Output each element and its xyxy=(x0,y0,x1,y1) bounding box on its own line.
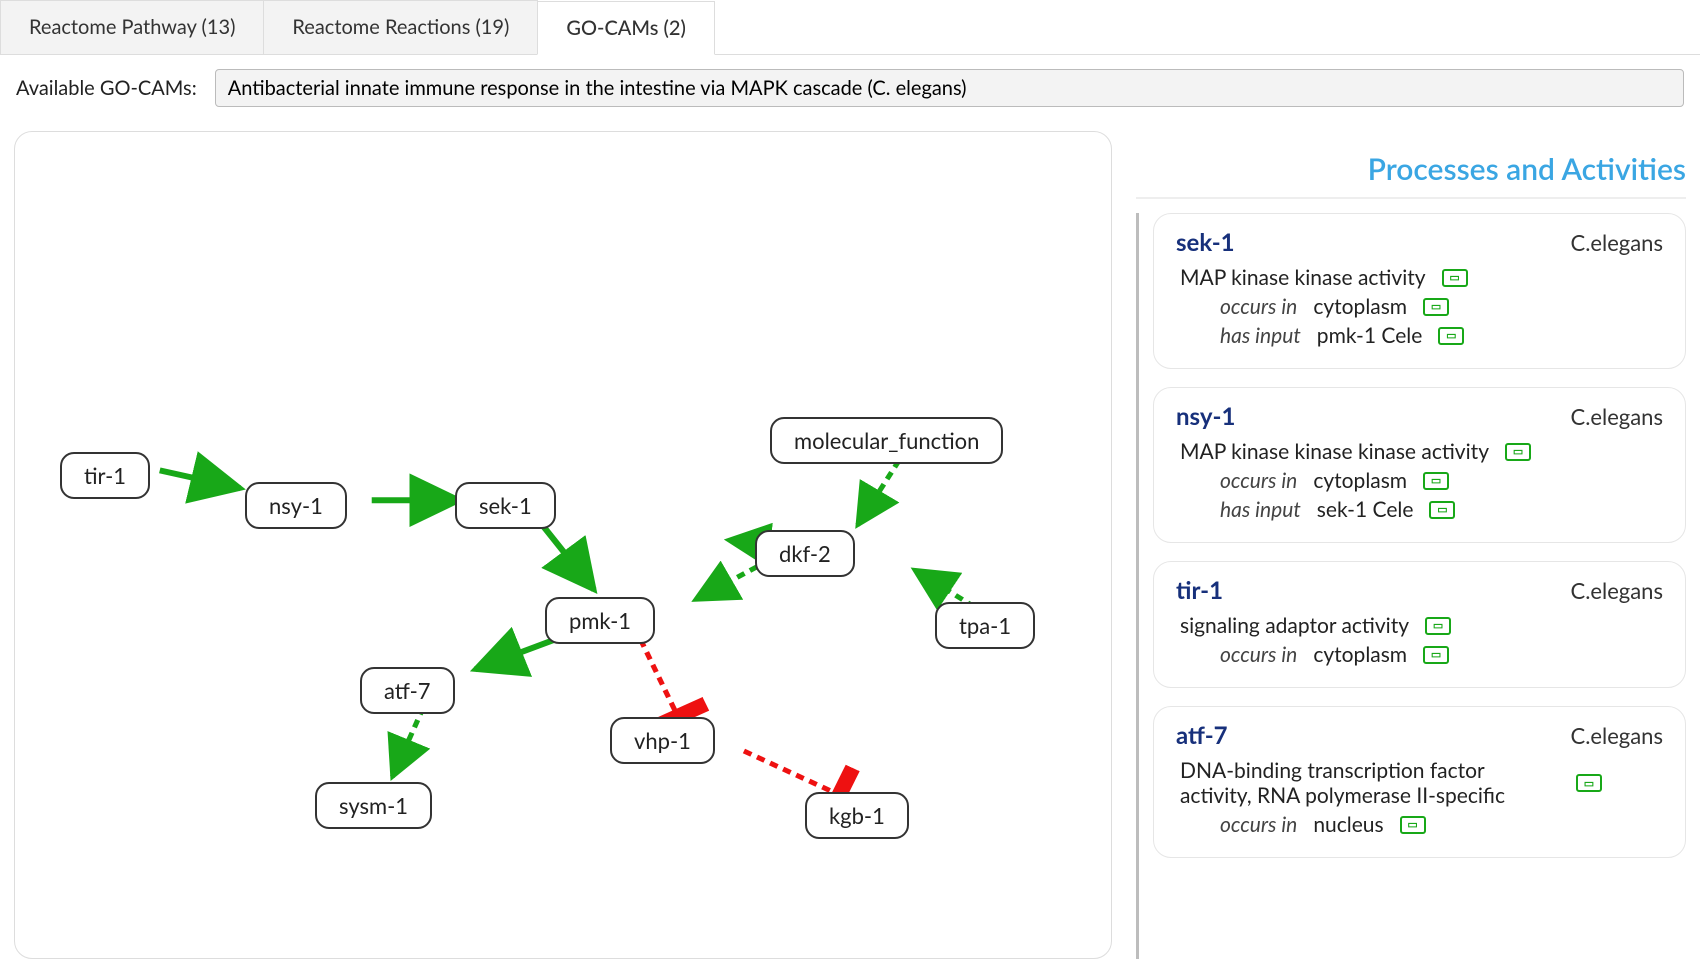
activity-label: MAP kinase kinase activity xyxy=(1180,265,1426,290)
processes-activities-title: Processes and Activities xyxy=(1136,131,1686,197)
evidence-icon[interactable] xyxy=(1423,298,1449,316)
relation-label: occurs in xyxy=(1180,468,1297,493)
node-tpa-1[interactable]: tpa-1 xyxy=(935,602,1035,649)
relation-value: cytoplasm xyxy=(1313,294,1407,319)
relation-label: occurs in xyxy=(1180,812,1297,837)
evidence-icon[interactable] xyxy=(1423,646,1449,664)
gocam-selector-label: Available GO-CAMs: xyxy=(16,76,197,100)
evidence-icon[interactable] xyxy=(1429,501,1455,519)
species-label: C.elegans xyxy=(1571,229,1664,256)
species-label: C.elegans xyxy=(1571,403,1664,430)
activity-card-tir-1[interactable]: tir-1 C.elegans signaling adaptor activi… xyxy=(1153,561,1686,688)
node-sysm-1[interactable]: sysm-1 xyxy=(315,782,432,829)
node-atf-7[interactable]: atf-7 xyxy=(360,667,455,714)
activity-label: MAP kinase kinase kinase activity xyxy=(1180,439,1489,464)
node-vhp-1[interactable]: vhp-1 xyxy=(610,717,715,764)
tab-reactome-pathway[interactable]: Reactome Pathway (13) xyxy=(0,0,264,54)
gocam-selector-row: Available GO-CAMs: Antibacterial innate … xyxy=(0,55,1700,121)
activity-card-atf-7[interactable]: atf-7 C.elegans DNA-binding transcriptio… xyxy=(1153,706,1686,858)
content-area: tir-1 nsy-1 sek-1 pmk-1 atf-7 sysm-1 vhp… xyxy=(0,121,1700,969)
relation-value: cytoplasm xyxy=(1313,642,1407,667)
evidence-icon[interactable] xyxy=(1400,816,1426,834)
evidence-icon[interactable] xyxy=(1505,443,1531,461)
evidence-icon[interactable] xyxy=(1423,472,1449,490)
relation-label: occurs in xyxy=(1180,294,1297,319)
relation-value: pmk-1 Cele xyxy=(1317,323,1423,348)
graph-edges xyxy=(15,132,1111,958)
species-label: C.elegans xyxy=(1571,577,1664,604)
relation-value: sek-1 Cele xyxy=(1317,497,1414,522)
tab-reactome-reactions[interactable]: Reactome Reactions (19) xyxy=(263,0,538,54)
node-tir-1[interactable]: tir-1 xyxy=(60,452,150,499)
node-kgb-1[interactable]: kgb-1 xyxy=(805,792,909,839)
relation-value: nucleus xyxy=(1313,812,1383,837)
processes-activities-panel: Processes and Activities sek-1 C.elegans… xyxy=(1136,131,1686,959)
divider xyxy=(1136,197,1686,199)
relation-value: cytoplasm xyxy=(1313,468,1407,493)
species-label: C.elegans xyxy=(1571,722,1664,749)
relation-label: occurs in xyxy=(1180,642,1297,667)
tab-go-cams[interactable]: GO-CAMs (2) xyxy=(537,1,715,55)
node-sek-1[interactable]: sek-1 xyxy=(455,482,556,529)
gene-link[interactable]: sek-1 xyxy=(1176,228,1235,257)
evidence-icon[interactable] xyxy=(1438,327,1464,345)
activities-scroll[interactable]: sek-1 C.elegans MAP kinase kinase activi… xyxy=(1136,213,1686,959)
graph-panel[interactable]: tir-1 nsy-1 sek-1 pmk-1 atf-7 sysm-1 vhp… xyxy=(14,131,1112,959)
tab-bar: Reactome Pathway (13) Reactome Reactions… xyxy=(0,0,1700,55)
gene-link[interactable]: tir-1 xyxy=(1176,576,1223,605)
relation-label: has input xyxy=(1180,497,1301,522)
node-dkf-2[interactable]: dkf-2 xyxy=(755,530,855,577)
activity-card-sek-1[interactable]: sek-1 C.elegans MAP kinase kinase activi… xyxy=(1153,213,1686,369)
node-molecular-function[interactable]: molecular_function xyxy=(770,417,1003,464)
activity-label: DNA-binding transcription factor activit… xyxy=(1180,758,1560,808)
activity-label: signaling adaptor activity xyxy=(1180,613,1409,638)
evidence-icon[interactable] xyxy=(1442,269,1468,287)
gene-link[interactable]: atf-7 xyxy=(1176,721,1228,750)
gocam-selector-dropdown[interactable]: Antibacterial innate immune response in … xyxy=(215,69,1684,107)
evidence-icon[interactable] xyxy=(1425,617,1451,635)
node-nsy-1[interactable]: nsy-1 xyxy=(245,482,347,529)
activity-card-nsy-1[interactable]: nsy-1 C.elegans MAP kinase kinase kinase… xyxy=(1153,387,1686,543)
evidence-icon[interactable] xyxy=(1576,774,1602,792)
node-pmk-1[interactable]: pmk-1 xyxy=(545,597,655,644)
relation-label: has input xyxy=(1180,323,1301,348)
gene-link[interactable]: nsy-1 xyxy=(1176,402,1235,431)
